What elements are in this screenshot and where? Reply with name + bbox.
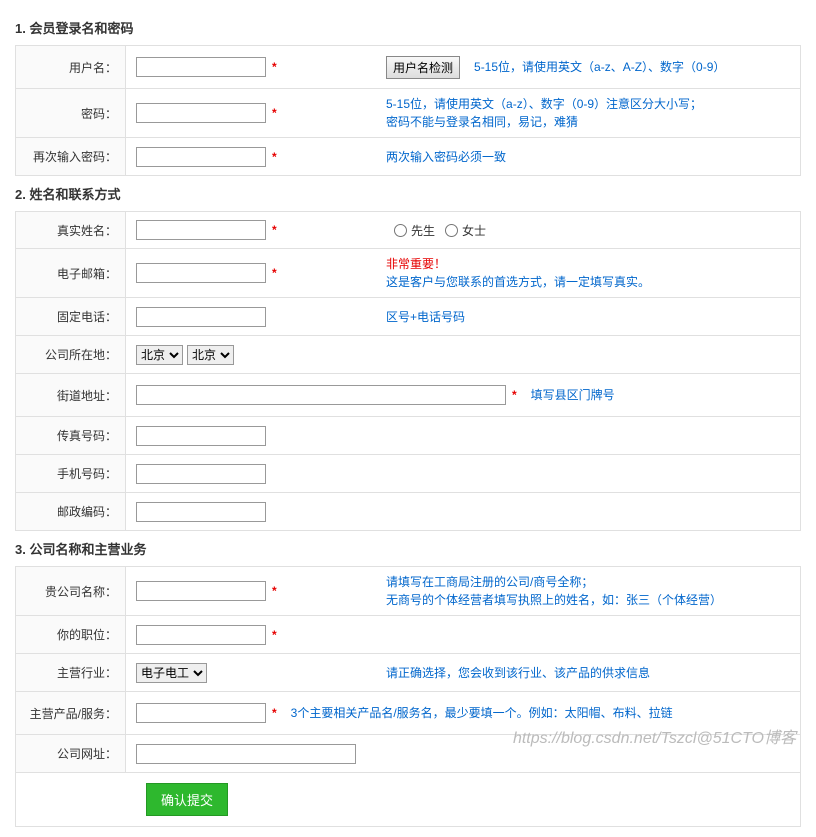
row-realname: 真实姓名： * 先生 女士 xyxy=(15,211,801,249)
realname-input[interactable] xyxy=(136,220,266,240)
label-email: 电子邮箱： xyxy=(16,249,126,297)
row-industry: 主营行业： 电子电工 请正确选择，您会收到该行业、该产品的供求信息 xyxy=(15,654,801,692)
postal-input[interactable] xyxy=(136,502,266,522)
check-username-button[interactable]: 用户名检测 xyxy=(386,56,460,79)
street-hint: 填写县区门牌号 xyxy=(521,380,625,410)
section2-title: 2. 姓名和联系方式 xyxy=(15,176,801,211)
radio-mr[interactable] xyxy=(394,224,407,237)
row-phone: 固定电话： 区号+电话号码 xyxy=(15,298,801,336)
row-email: 电子邮箱： * 非常重要！ 这是客户与您联系的首选方式，请一定填写真实。 xyxy=(15,249,801,298)
label-password: 密码： xyxy=(16,89,126,137)
row-mobile: 手机号码： xyxy=(15,455,801,493)
label-realname: 真实姓名： xyxy=(16,212,126,248)
cell-username-hint: 用户名检测 5-15位，请使用英文（a-z、A-Z）、数字（0-9） xyxy=(376,46,800,88)
street-input[interactable] xyxy=(136,385,506,405)
form-container: 1. 会员登录名和密码 用户名： * 用户名检测 5-15位，请使用英文（a-z… xyxy=(0,0,816,837)
label-industry: 主营行业： xyxy=(16,654,126,691)
row-company-name: 贵公司名称： * 请填写在工商局注册的公司/商号全称； 无商号的个体经营者填写执… xyxy=(15,566,801,616)
cell-email: * xyxy=(126,257,376,289)
fax-input[interactable] xyxy=(136,426,266,446)
row-street: 街道地址： * 填写县区门牌号 xyxy=(15,374,801,417)
industry-select[interactable]: 电子电工 xyxy=(136,663,207,683)
section3-title: 3. 公司名称和主营业务 xyxy=(15,531,801,566)
cell-phone xyxy=(126,301,376,333)
products-input[interactable] xyxy=(136,703,266,723)
row-username: 用户名： * 用户名检测 5-15位，请使用英文（a-z、A-Z）、数字（0-9… xyxy=(15,45,801,89)
cell-website xyxy=(126,738,800,770)
cell-company-name: * xyxy=(126,575,376,607)
label-products: 主营产品/服务： xyxy=(16,692,126,734)
cell-position: * xyxy=(126,619,800,651)
email-input[interactable] xyxy=(136,263,266,283)
radio-ms[interactable] xyxy=(445,224,458,237)
industry-hint: 请正确选择，您会收到该行业、该产品的供求信息 xyxy=(376,658,800,688)
website-input[interactable] xyxy=(136,744,356,764)
cell-industry: 电子电工 xyxy=(126,657,376,689)
label-website: 公司网址： xyxy=(16,735,126,772)
label-phone: 固定电话： xyxy=(16,298,126,335)
cell-products: * 3个主要相关产品名/服务名，最少要填一个。例如：太阳帽、布料、拉链 xyxy=(126,692,800,734)
cell-mobile xyxy=(126,458,800,490)
password-input[interactable] xyxy=(136,103,266,123)
row-submit: 确认提交 xyxy=(15,773,801,827)
asterisk-icon: * xyxy=(272,223,277,237)
row-password: 密码： * 5-15位，请使用英文（a-z）、数字（0-9）注意区分大小写； 密… xyxy=(15,89,801,138)
username-hint: 5-15位，请使用英文（a-z、A-Z）、数字（0-9） xyxy=(464,52,735,82)
submit-button[interactable]: 确认提交 xyxy=(146,783,228,816)
company-name-input[interactable] xyxy=(136,581,266,601)
company-name-hint: 请填写在工商局注册的公司/商号全称； 无商号的个体经营者填写执照上的姓名，如：张… xyxy=(376,567,800,615)
asterisk-icon: * xyxy=(272,584,277,598)
cell-password2: * xyxy=(126,141,376,173)
label-fax: 传真号码： xyxy=(16,417,126,454)
cell-postal xyxy=(126,496,800,528)
mobile-input[interactable] xyxy=(136,464,266,484)
asterisk-icon: * xyxy=(272,150,277,164)
row-fax: 传真号码： xyxy=(15,417,801,455)
cell-fax xyxy=(126,420,800,452)
row-products: 主营产品/服务： * 3个主要相关产品名/服务名，最少要填一个。例如：太阳帽、布… xyxy=(15,692,801,735)
asterisk-icon: * xyxy=(272,266,277,280)
cell-password: * xyxy=(126,97,376,129)
phone-hint: 区号+电话号码 xyxy=(376,302,800,332)
label-mobile: 手机号码： xyxy=(16,455,126,492)
position-input[interactable] xyxy=(136,625,266,645)
cell-company-loc: 北京 北京 xyxy=(126,339,800,371)
row-website: 公司网址： xyxy=(15,735,801,773)
row-postal: 邮政编码： xyxy=(15,493,801,531)
section1-title: 1. 会员登录名和密码 xyxy=(15,10,801,45)
province-select[interactable]: 北京 xyxy=(136,345,183,365)
label-street: 街道地址： xyxy=(16,374,126,416)
label-position: 你的职位： xyxy=(16,616,126,653)
label-company-loc: 公司所在地： xyxy=(16,336,126,373)
asterisk-icon: * xyxy=(272,706,277,720)
asterisk-icon: * xyxy=(272,60,277,74)
email-hint: 非常重要！ 这是客户与您联系的首选方式，请一定填写真实。 xyxy=(376,249,800,297)
asterisk-icon: * xyxy=(272,106,277,120)
cell-realname: * xyxy=(126,214,376,246)
username-input[interactable] xyxy=(136,57,266,77)
cell-username: * xyxy=(126,51,376,83)
asterisk-icon: * xyxy=(272,628,277,642)
gender-radio-group: 先生 女士 xyxy=(376,216,800,245)
row-password2: 再次输入密码： * 两次输入密码必须一致 xyxy=(15,138,801,176)
row-company-loc: 公司所在地： 北京 北京 xyxy=(15,336,801,374)
password2-hint: 两次输入密码必须一致 xyxy=(376,142,800,172)
row-position: 你的职位： * xyxy=(15,616,801,654)
label-username: 用户名： xyxy=(16,46,126,88)
label-password2: 再次输入密码： xyxy=(16,138,126,175)
cell-street: * 填写县区门牌号 xyxy=(126,374,800,416)
asterisk-icon: * xyxy=(512,388,517,402)
password-hint: 5-15位，请使用英文（a-z）、数字（0-9）注意区分大小写； 密码不能与登录… xyxy=(376,89,800,137)
label-company-name: 贵公司名称： xyxy=(16,567,126,615)
password2-input[interactable] xyxy=(136,147,266,167)
label-postal: 邮政编码： xyxy=(16,493,126,530)
phone-input[interactable] xyxy=(136,307,266,327)
products-hint: 3个主要相关产品名/服务名，最少要填一个。例如：太阳帽、布料、拉链 xyxy=(281,698,683,728)
city-select[interactable]: 北京 xyxy=(187,345,234,365)
